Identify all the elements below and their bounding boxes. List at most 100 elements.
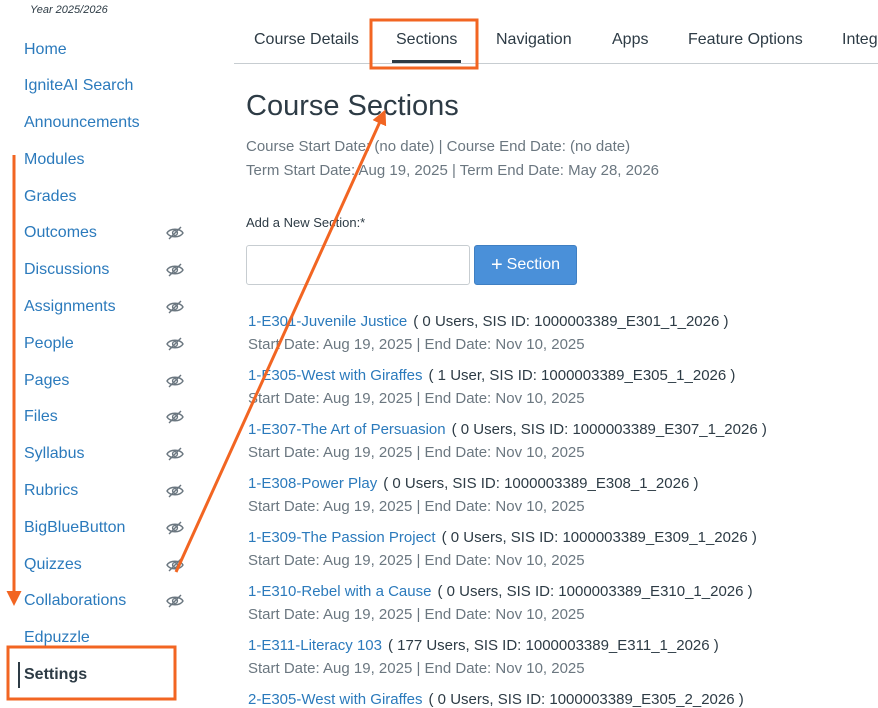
section-item: 1-E301-Juvenile Justice ( 0 Users, SIS ID… <box>248 313 868 353</box>
section-item: 1-E311-Literacy 103 ( 177 Users, SIS ID: … <box>248 637 868 677</box>
add-section-button[interactable]: + Section <box>474 245 577 285</box>
sidebar-item-label: Settings <box>24 666 88 683</box>
tab-label: Sections <box>396 31 458 48</box>
sidebar-item-label: Edpuzzle <box>24 629 90 646</box>
sidebar-item-label: Outcomes <box>24 224 97 241</box>
term-dates: Term Start Date: Aug 19, 2025 | Term End… <box>246 162 660 179</box>
sidebar-item-ignite-search[interactable]: IgniteAI Search <box>24 71 184 101</box>
sidebar-item-discussions[interactable]: Discussions <box>24 255 184 285</box>
hidden-eye-icon[interactable] <box>166 521 184 535</box>
tab-navigation[interactable]: Navigation <box>496 31 572 49</box>
hidden-eye-icon[interactable] <box>166 374 184 388</box>
page-title: Course Sections <box>246 90 459 122</box>
section-meta: ( 0 Users, SIS ID: 1000003389_E309_1_202… <box>441 529 757 546</box>
tab-integrations[interactable]: Integ <box>842 31 878 49</box>
section-item: 2-E305-West with Giraffes ( 0 Users, SIS … <box>248 691 868 708</box>
term-label: Year 2025/2026 <box>30 4 108 16</box>
section-link[interactable]: 1-E309-The Passion Project <box>248 529 436 546</box>
new-section-input[interactable] <box>246 245 470 285</box>
tab-sections[interactable]: Sections <box>392 31 462 63</box>
plus-icon: + <box>490 254 503 276</box>
section-item: 1-E308-Power Play ( 0 Users, SIS ID: 1000… <box>248 475 868 515</box>
section-dates: Start Date: Aug 19, 2025 | End Date: Nov… <box>248 444 585 461</box>
sidebar-item-label: Home <box>24 41 67 58</box>
hidden-eye-icon[interactable] <box>166 263 184 277</box>
section-item: 1-E307-The Art of Persuasion ( 0 Users, S… <box>248 421 868 461</box>
add-section-button-label: Section <box>506 256 561 273</box>
sidebar-item-files[interactable]: Files <box>24 402 184 432</box>
sidebar-item-assignments[interactable]: Assignments <box>24 292 184 322</box>
sidebar-item-quizzes[interactable]: Quizzes <box>24 550 184 580</box>
section-meta: ( 177 Users, SIS ID: 1000003389_E311_1_2… <box>387 637 719 654</box>
section-dates: Start Date: Aug 19, 2025 | End Date: Nov… <box>248 552 585 569</box>
sidebar-item-bigbluebutton[interactable]: BigBlueButton <box>24 513 184 543</box>
hidden-eye-icon[interactable] <box>166 447 184 461</box>
tab-label: Navigation <box>496 31 572 48</box>
tab-course-details[interactable]: Course Details <box>254 31 359 49</box>
sidebar-item-label: Modules <box>24 151 85 168</box>
sidebar-item-label: Discussions <box>24 261 110 278</box>
section-link[interactable]: 1-E301-Juvenile Justice <box>248 313 407 330</box>
tab-label: Course Details <box>254 31 359 48</box>
hidden-eye-icon[interactable] <box>166 594 184 608</box>
section-dates: Start Date: Aug 19, 2025 | End Date: Nov… <box>248 336 585 353</box>
active-tab-indicator <box>392 60 462 63</box>
sidebar-item-collaborations[interactable]: Collaborations <box>24 586 184 616</box>
sidebar-item-label: Assignments <box>24 298 116 315</box>
sidebar-item-label: Files <box>24 408 58 425</box>
tab-label: Apps <box>612 31 649 48</box>
section-dates: Start Date: Aug 19, 2025 | End Date: Nov… <box>248 498 585 515</box>
section-item: 1-E310-Rebel with a Cause ( 0 Users, SIS … <box>248 583 868 623</box>
sidebar-item-people[interactable]: People <box>24 329 184 359</box>
section-meta: ( 0 Users, SIS ID: 1000003389_E301_1_202… <box>413 313 729 330</box>
sidebar-item-label: BigBlueButton <box>24 519 126 536</box>
sidebar-item-label: Announcements <box>24 114 140 131</box>
course-dates: Course Start Date: (no date) | Course En… <box>246 138 631 155</box>
sidebar-item-label: Grades <box>24 188 77 205</box>
sidebar-item-rubrics[interactable]: Rubrics <box>24 476 184 506</box>
tab-feature-options[interactable]: Feature Options <box>688 31 803 49</box>
sidebar-item-modules[interactable]: Modules <box>24 145 184 175</box>
sidebar-item-announcements[interactable]: Announcements <box>24 108 184 138</box>
section-link[interactable]: 1-E311-Literacy 103 <box>248 637 382 654</box>
section-item: 1-E305-West with Giraffes ( 1 User, SIS I… <box>248 367 868 407</box>
hidden-eye-icon[interactable] <box>166 300 184 314</box>
sidebar-item-label: People <box>24 335 74 352</box>
hidden-eye-icon[interactable] <box>166 337 184 351</box>
section-link[interactable]: 1-E305-West with Giraffes <box>248 367 423 384</box>
sidebar-item-outcomes[interactable]: Outcomes <box>24 218 184 248</box>
section-item: 1-E309-The Passion Project ( 0 Users, SIS… <box>248 529 868 569</box>
sidebar-item-pages[interactable]: Pages <box>24 366 184 396</box>
section-meta: ( 0 Users, SIS ID: 1000003389_E308_1_202… <box>383 475 699 492</box>
hidden-eye-icon[interactable] <box>166 226 184 240</box>
sidebar-item-syllabus[interactable]: Syllabus <box>24 439 184 469</box>
section-meta: ( 0 Users, SIS ID: 1000003389_E305_2_202… <box>428 691 744 708</box>
sidebar-item-label: Collaborations <box>24 592 127 609</box>
section-link[interactable]: 2-E305-West with Giraffes <box>248 691 423 708</box>
hidden-eye-icon[interactable] <box>166 410 184 424</box>
section-meta: ( 0 Users, SIS ID: 1000003389_E307_1_202… <box>451 421 767 438</box>
section-dates: Start Date: Aug 19, 2025 | End Date: Nov… <box>248 660 585 677</box>
hidden-eye-icon[interactable] <box>166 484 184 498</box>
add-section-label: Add a New Section:* <box>246 215 366 230</box>
settings-tabs: Course Details Sections Navigation Apps … <box>234 18 878 64</box>
section-meta: ( 0 Users, SIS ID: 1000003389_E310_1_202… <box>437 583 753 600</box>
section-link[interactable]: 1-E308-Power Play <box>248 475 377 492</box>
sidebar-item-label: IgniteAI Search <box>24 77 134 94</box>
section-link[interactable]: 1-E307-The Art of Persuasion <box>248 421 446 438</box>
tab-apps[interactable]: Apps <box>612 31 648 49</box>
sidebar-item-edpuzzle[interactable]: Edpuzzle <box>24 623 184 653</box>
sidebar-item-label: Syllabus <box>24 445 85 462</box>
tab-label: Integ <box>842 31 878 48</box>
hidden-eye-icon[interactable] <box>166 558 184 572</box>
sidebar-item-home[interactable]: Home <box>24 35 184 65</box>
sidebar-item-settings[interactable]: Settings <box>18 660 184 690</box>
tab-label: Feature Options <box>688 31 803 48</box>
sidebar-item-label: Pages <box>24 372 70 389</box>
sidebar-item-label: Rubrics <box>24 482 79 499</box>
sidebar-item-label: Quizzes <box>24 556 82 573</box>
sidebar-item-grades[interactable]: Grades <box>24 182 184 212</box>
section-link[interactable]: 1-E310-Rebel with a Cause <box>248 583 431 600</box>
section-meta: ( 1 User, SIS ID: 1000003389_E305_1_2026… <box>428 367 736 384</box>
section-dates: Start Date: Aug 19, 2025 | End Date: Nov… <box>248 606 585 623</box>
